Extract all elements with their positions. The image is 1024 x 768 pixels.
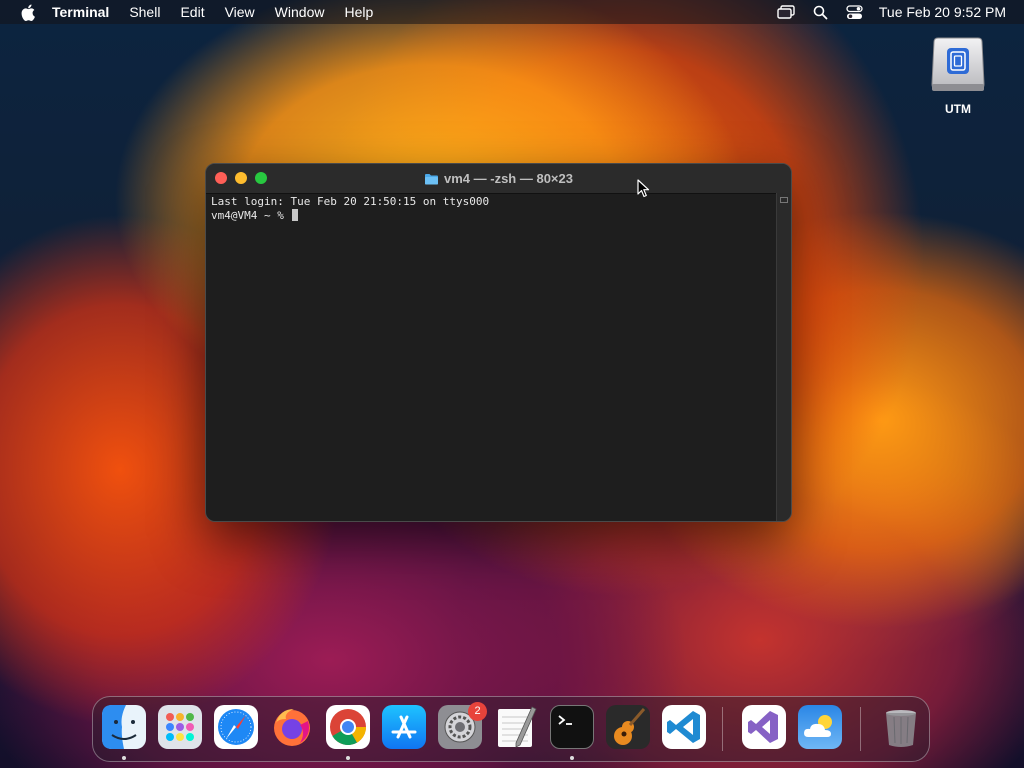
launchpad-icon	[166, 713, 194, 741]
vscode-icon	[667, 711, 700, 743]
scrollbar[interactable]	[776, 193, 791, 521]
dock-safari[interactable]	[214, 705, 258, 749]
menu-view[interactable]: View	[225, 4, 255, 20]
dock-launchpad[interactable]	[158, 705, 202, 749]
weather-icon	[804, 715, 832, 737]
menu-help[interactable]: Help	[344, 4, 373, 20]
finder-icon	[102, 705, 146, 749]
textedit-icon	[498, 706, 537, 748]
chrome-icon	[330, 709, 366, 746]
split-pane-icon[interactable]	[780, 197, 788, 203]
terminal-output[interactable]: Last login: Tue Feb 20 21:50:15 on ttys0…	[211, 195, 775, 521]
window-titlebar[interactable]: vm4 — -zsh — 80×23	[206, 164, 791, 194]
dock-terminal[interactable]	[550, 705, 594, 749]
menu-app-name[interactable]: Terminal	[52, 4, 109, 20]
dock-visual-studio[interactable]	[742, 705, 786, 749]
dock-garageband[interactable]	[606, 705, 650, 749]
dock-vscode[interactable]	[662, 705, 706, 749]
desktop-icon-label: UTM	[945, 102, 971, 116]
menu-clock[interactable]: Tue Feb 20 9:52 PM	[879, 4, 1006, 20]
window-title-text: vm4 — -zsh — 80×23	[444, 171, 573, 186]
folder-icon	[424, 173, 439, 188]
mouse-pointer-icon	[637, 179, 650, 203]
terminal-prompt: vm4@VM4 ~ %	[211, 209, 291, 222]
terminal-cursor	[292, 209, 299, 221]
screen-mirroring-icon[interactable]	[777, 5, 795, 19]
running-indicator	[346, 756, 350, 760]
dock-divider	[722, 707, 723, 751]
running-indicator	[122, 756, 126, 760]
firefox-icon	[274, 709, 310, 746]
menu-edit[interactable]: Edit	[180, 4, 204, 20]
dock-chrome[interactable]	[326, 705, 370, 749]
dock-finder[interactable]	[102, 705, 146, 749]
dock-app-store[interactable]	[382, 705, 426, 749]
running-indicator	[570, 756, 574, 760]
menu-bar: Terminal Shell Edit View Window Help Tue…	[0, 0, 1024, 24]
safari-icon	[218, 709, 254, 745]
dock-textedit[interactable]	[494, 705, 538, 749]
menu-shell[interactable]: Shell	[129, 4, 160, 20]
dock-weather[interactable]	[798, 705, 842, 749]
window-title: vm4 — -zsh — 80×23	[206, 171, 791, 188]
dock	[92, 696, 930, 762]
menu-window[interactable]: Window	[275, 4, 325, 20]
disk-drive-icon	[930, 36, 986, 94]
dock-divider	[860, 707, 861, 751]
trash-icon	[886, 710, 916, 747]
spotlight-search-icon[interactable]	[813, 5, 828, 20]
terminal-icon	[558, 715, 572, 725]
dock-firefox[interactable]	[270, 705, 314, 749]
visual-studio-icon	[748, 711, 778, 743]
terminal-line: Last login: Tue Feb 20 21:50:15 on ttys0…	[211, 195, 490, 208]
notification-badge: 2	[468, 702, 487, 721]
garageband-icon	[606, 705, 650, 749]
desktop-icon-utm[interactable]: UTM	[926, 36, 990, 116]
control-center-icon[interactable]	[846, 4, 863, 20]
dock-trash[interactable]	[879, 705, 923, 749]
app-store-icon	[391, 715, 417, 739]
apple-menu-icon[interactable]	[18, 2, 38, 22]
terminal-prompt-line: vm4@VM4 ~ %	[211, 209, 775, 223]
terminal-window[interactable]: vm4 — -zsh — 80×23 Last login: Tue Feb 2…	[205, 163, 792, 522]
